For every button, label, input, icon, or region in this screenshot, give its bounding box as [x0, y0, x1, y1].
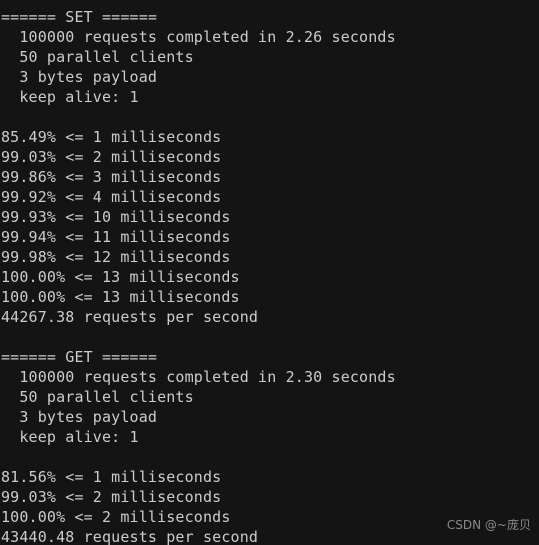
terminal-line: 3 bytes payload [1, 68, 158, 86]
terminal-line: 99.98% <= 12 milliseconds [1, 248, 231, 266]
terminal-line: 81.56% <= 1 milliseconds [1, 468, 222, 486]
terminal-window[interactable]: ====== SET ====== 100000 requests comple… [0, 0, 539, 545]
terminal-line: 3 bytes payload [1, 408, 158, 426]
terminal-line: 99.86% <= 3 milliseconds [1, 168, 222, 186]
terminal-line: 50 parallel clients [1, 48, 194, 66]
terminal-line: 99.03% <= 2 milliseconds [1, 148, 222, 166]
terminal-line: 99.92% <= 4 milliseconds [1, 188, 222, 206]
terminal-line: keep alive: 1 [1, 88, 139, 106]
terminal-line: 99.94% <= 11 milliseconds [1, 228, 231, 246]
terminal-line: ====== SET ====== [1, 8, 158, 26]
terminal-line: 100.00% <= 13 milliseconds [1, 288, 240, 306]
terminal-line: 99.93% <= 10 milliseconds [1, 208, 231, 226]
terminal-line: ====== GET ====== [1, 348, 158, 366]
terminal-line: 100.00% <= 13 milliseconds [1, 268, 240, 286]
terminal-line: keep alive: 1 [1, 428, 139, 446]
terminal-line: 99.03% <= 2 milliseconds [1, 488, 222, 506]
terminal-line: 100000 requests completed in 2.26 second… [1, 28, 396, 46]
terminal-line: 100000 requests completed in 2.30 second… [1, 368, 396, 386]
terminal-output: ====== SET ====== 100000 requests comple… [0, 7, 539, 545]
terminal-line: 50 parallel clients [1, 388, 194, 406]
terminal-line: 44267.38 requests per second [1, 308, 259, 326]
csdn-watermark: CSDN @~庞贝 [446, 518, 531, 532]
terminal-line: 85.49% <= 1 milliseconds [1, 128, 222, 146]
